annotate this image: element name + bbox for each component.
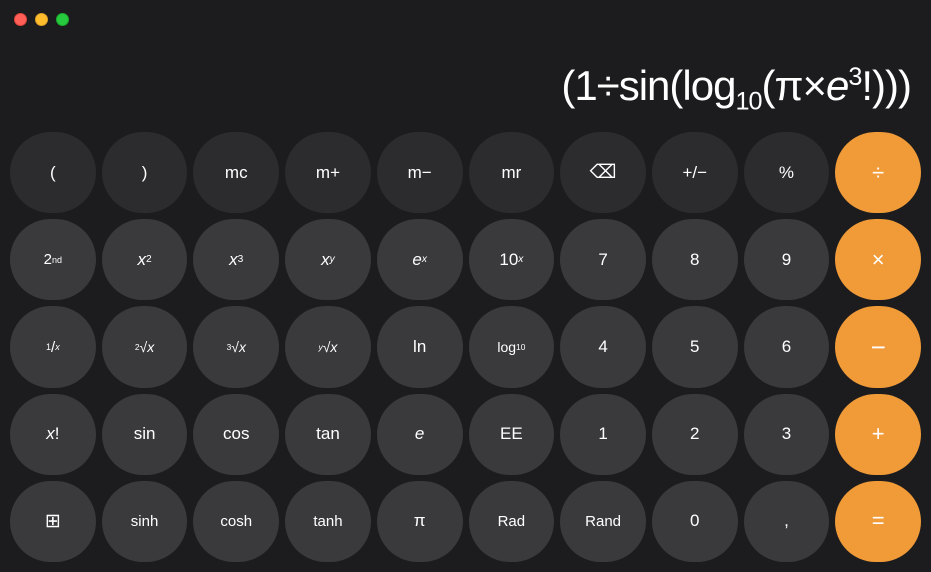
factorial-button[interactable]: x! — [10, 394, 96, 475]
ee-button[interactable]: EE — [469, 394, 555, 475]
three-button[interactable]: 3 — [744, 394, 830, 475]
comma-button[interactable]: , — [744, 481, 830, 562]
reciprocal-button[interactable]: 1/x — [10, 306, 96, 387]
divide-button[interactable]: ÷ — [835, 132, 921, 213]
open-paren-button[interactable]: ( — [10, 132, 96, 213]
nine-button[interactable]: 9 — [744, 219, 830, 300]
six-button[interactable]: 6 — [744, 306, 830, 387]
add-button[interactable]: + — [835, 394, 921, 475]
euler-button[interactable]: e — [377, 394, 463, 475]
mc-button[interactable]: mc — [193, 132, 279, 213]
rad-button[interactable]: Rad — [469, 481, 555, 562]
backspace-button[interactable]: ⌫ — [560, 132, 646, 213]
calculator-view-button[interactable]: ⊞ — [10, 481, 96, 562]
zero-button[interactable]: 0 — [652, 481, 738, 562]
minimize-button[interactable] — [35, 13, 48, 26]
cos-button[interactable]: cos — [193, 394, 279, 475]
display: (1÷sin(log10(π×e3!))) — [0, 38, 931, 128]
pi-button[interactable]: π — [377, 481, 463, 562]
four-button[interactable]: 4 — [560, 306, 646, 387]
title-bar — [0, 0, 931, 38]
close-button[interactable] — [14, 13, 27, 26]
seven-button[interactable]: 7 — [560, 219, 646, 300]
sinh-button[interactable]: sinh — [102, 481, 188, 562]
sqrt-button[interactable]: 2√x — [102, 306, 188, 387]
x-power-y-button[interactable]: xy — [285, 219, 371, 300]
e-power-x-button[interactable]: ex — [377, 219, 463, 300]
log10-button[interactable]: log10 — [469, 306, 555, 387]
button-row-2: 2nd x2 x3 xy ex 10x 7 8 9 × — [10, 219, 921, 300]
display-expression: (1÷sin(log10(π×e3!))) — [561, 63, 911, 116]
m-minus-button[interactable]: m− — [377, 132, 463, 213]
m-plus-button[interactable]: m+ — [285, 132, 371, 213]
tanh-button[interactable]: tanh — [285, 481, 371, 562]
sin-button[interactable]: sin — [102, 394, 188, 475]
cosh-button[interactable]: cosh — [193, 481, 279, 562]
maximize-button[interactable] — [56, 13, 69, 26]
rand-button[interactable]: Rand — [560, 481, 646, 562]
equals-button[interactable]: = — [835, 481, 921, 562]
eight-button[interactable]: 8 — [652, 219, 738, 300]
x-squared-button[interactable]: x2 — [102, 219, 188, 300]
close-paren-button[interactable]: ) — [102, 132, 188, 213]
cbrt-button[interactable]: 3√x — [193, 306, 279, 387]
second-button[interactable]: 2nd — [10, 219, 96, 300]
subtract-button[interactable]: − — [835, 306, 921, 387]
two-button[interactable]: 2 — [652, 394, 738, 475]
x-cubed-button[interactable]: x3 — [193, 219, 279, 300]
percent-button[interactable]: % — [744, 132, 830, 213]
five-button[interactable]: 5 — [652, 306, 738, 387]
button-row-3: 1/x 2√x 3√x y√x ln log10 4 5 6 − — [10, 306, 921, 387]
button-row-5: ⊞ sinh cosh tanh π Rad Rand 0 , = — [10, 481, 921, 562]
buttons-container: ( ) mc m+ m− mr ⌫ +/− % ÷ 2nd x2 x3 xy e… — [0, 128, 931, 572]
ln-button[interactable]: ln — [377, 306, 463, 387]
button-row-4: x! sin cos tan e EE 1 2 3 + — [10, 394, 921, 475]
tan-button[interactable]: tan — [285, 394, 371, 475]
one-button[interactable]: 1 — [560, 394, 646, 475]
button-row-1: ( ) mc m+ m− mr ⌫ +/− % ÷ — [10, 132, 921, 213]
multiply-button[interactable]: × — [835, 219, 921, 300]
mr-button[interactable]: mr — [469, 132, 555, 213]
yrt-button[interactable]: y√x — [285, 306, 371, 387]
ten-power-x-button[interactable]: 10x — [469, 219, 555, 300]
plus-minus-button[interactable]: +/− — [652, 132, 738, 213]
